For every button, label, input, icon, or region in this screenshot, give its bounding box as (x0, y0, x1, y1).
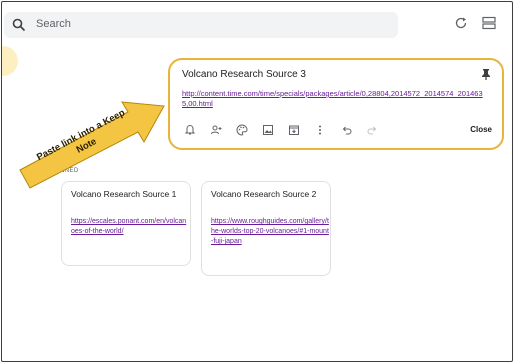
app-frame: Search Volcano Research Source 3 http://… (1, 1, 513, 362)
pin-icon[interactable] (481, 68, 491, 80)
search-input[interactable]: Search (36, 18, 71, 30)
note-card-1[interactable]: Volcano Research Source 1 https://escale… (61, 181, 191, 266)
search-icon (12, 18, 26, 32)
close-button[interactable]: Close (470, 125, 492, 134)
image-icon[interactable] (262, 124, 274, 136)
remind-icon[interactable] (184, 124, 196, 136)
note-link[interactable]: http://content.time.com/time/specials/pa… (182, 89, 487, 109)
expanded-note[interactable]: Volcano Research Source 3 http://content… (168, 58, 504, 150)
archive-icon[interactable] (288, 124, 300, 136)
undo-icon[interactable] (341, 124, 353, 136)
palette-icon[interactable] (236, 124, 248, 136)
card-link[interactable]: https://escales.ponant.com/en/volcanoes-… (71, 217, 189, 237)
redo-icon[interactable] (366, 124, 378, 136)
collaborator-icon[interactable] (210, 124, 222, 136)
list-view-icon[interactable] (482, 16, 496, 30)
side-accent (2, 46, 18, 76)
note-toolbar: Close (180, 124, 496, 140)
more-icon[interactable] (314, 124, 326, 136)
refresh-icon[interactable] (454, 16, 468, 30)
card-link[interactable]: https://www.roughguides.com/gallery/the-… (211, 217, 329, 247)
note-title[interactable]: Volcano Research Source 3 (182, 69, 306, 80)
card-title: Volcano Research Source 2 (211, 189, 317, 199)
search-bar[interactable]: Search (4, 12, 398, 38)
note-card-2[interactable]: Volcano Research Source 2 https://www.ro… (201, 181, 331, 276)
